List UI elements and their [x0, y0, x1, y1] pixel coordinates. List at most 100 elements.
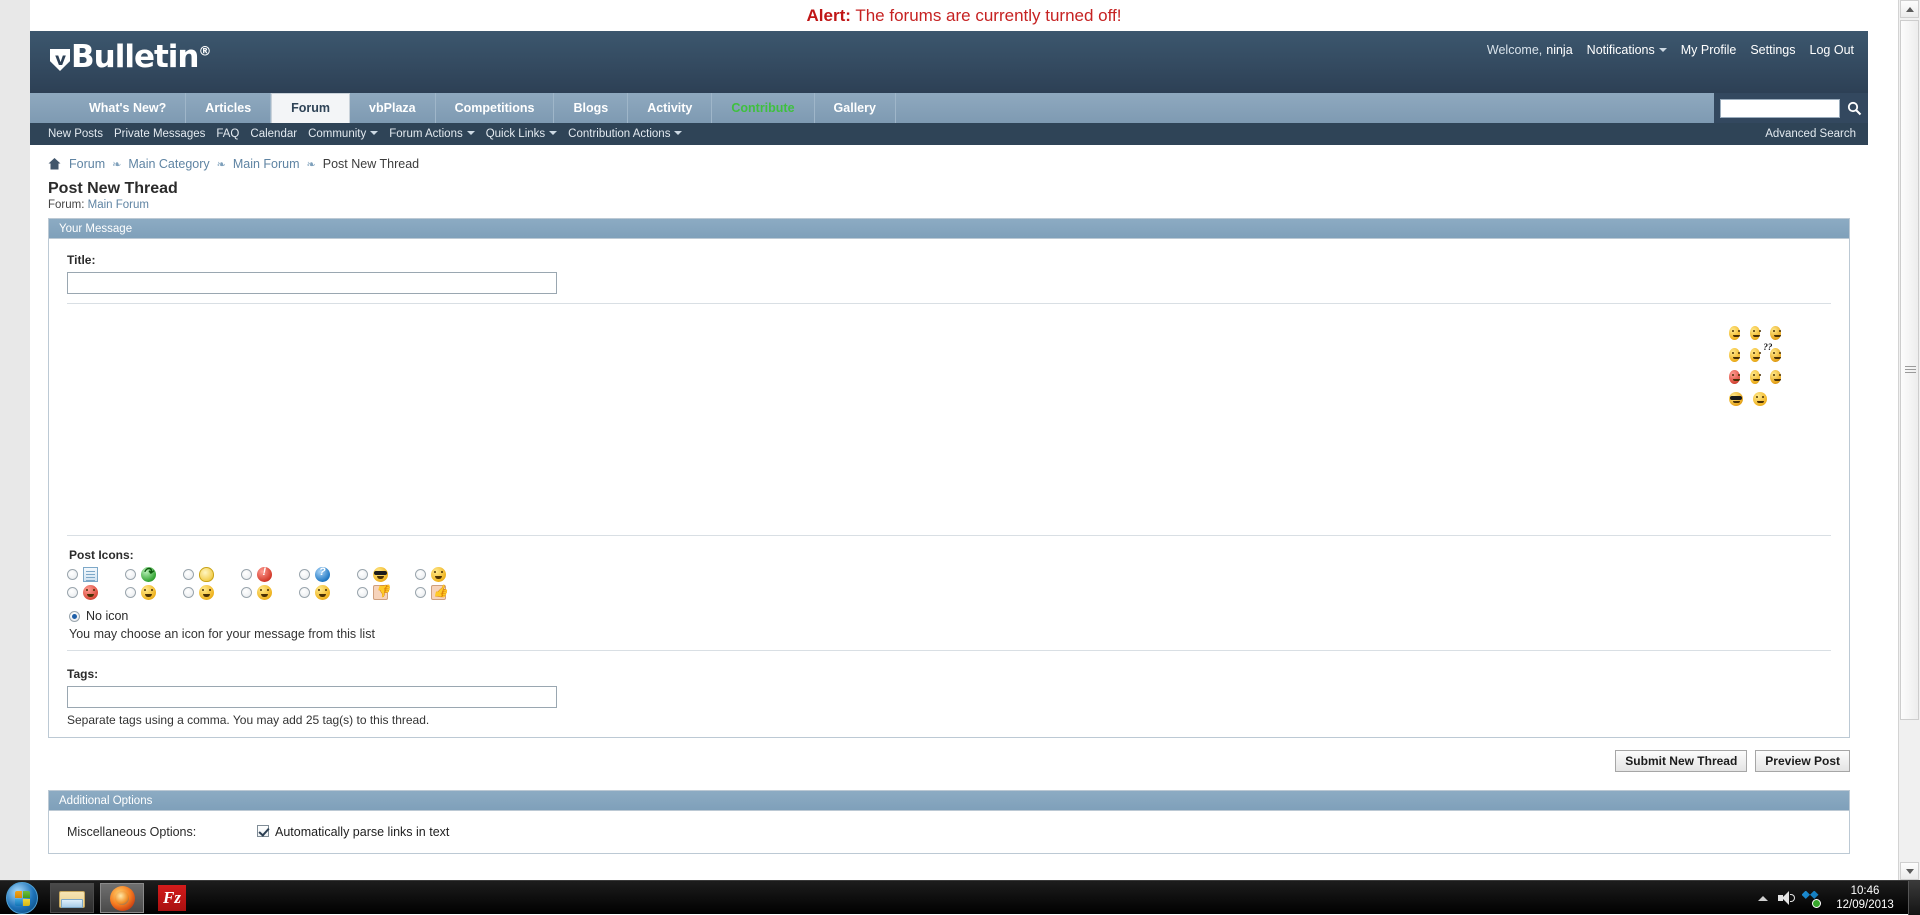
scroll-down-button[interactable]: [1900, 862, 1919, 880]
breadcrumb-main-category[interactable]: Main Category: [128, 157, 209, 171]
radio-button[interactable]: [67, 569, 78, 580]
subnav-private-messages[interactable]: Private Messages: [114, 128, 205, 140]
radio-button[interactable]: [357, 569, 368, 580]
post-icon-option-angry[interactable]: [67, 585, 125, 600]
advanced-search-link[interactable]: Advanced Search: [1765, 128, 1856, 140]
smilie-confused[interactable]: [1750, 348, 1761, 362]
radio-button[interactable]: [299, 569, 310, 580]
home-icon[interactable]: [48, 158, 61, 170]
show-hidden-icons-button[interactable]: [1752, 881, 1774, 915]
post-icon-option-happy[interactable]: [241, 585, 299, 600]
radio-button[interactable]: [299, 587, 310, 598]
tab-blogs[interactable]: Blogs: [554, 93, 628, 123]
radio-button[interactable]: [357, 587, 368, 598]
radio-button[interactable]: [241, 587, 252, 598]
post-icon-option-thumbs-down[interactable]: [357, 585, 415, 600]
subnav-calendar[interactable]: Calendar: [250, 128, 297, 140]
post-icon-option-arrow[interactable]: [125, 567, 183, 582]
subnav-quick-links[interactable]: Quick Links: [486, 128, 557, 140]
taskbar-item-firefox[interactable]: [100, 883, 144, 913]
subnav-forum-actions[interactable]: Forum Actions: [389, 128, 475, 140]
thumbs-down-icon: [373, 585, 388, 600]
smilie-cool[interactable]: [1729, 392, 1743, 406]
radio-button[interactable]: [67, 587, 78, 598]
smilie-grin[interactable]: [1729, 326, 1740, 340]
smilie-happy[interactable]: [1770, 370, 1781, 384]
subnav-contribution-actions[interactable]: Contribution Actions: [568, 128, 682, 140]
submit-new-thread-button[interactable]: Submit New Thread: [1615, 750, 1747, 772]
smilie-row: [1729, 370, 1791, 384]
radio-button[interactable]: [415, 587, 426, 598]
smilie-question[interactable]: ??: [1770, 348, 1781, 362]
misc-options-label: Miscellaneous Options:: [67, 825, 257, 839]
chevron-down-icon: [674, 131, 682, 135]
log-out-link[interactable]: Log Out: [1810, 43, 1854, 57]
smilie-tongue[interactable]: [1750, 370, 1761, 384]
radio-button[interactable]: [183, 587, 194, 598]
preview-post-button[interactable]: Preview Post: [1755, 750, 1850, 772]
subnav-community[interactable]: Community: [308, 128, 378, 140]
post-icon-option-question[interactable]: [299, 567, 357, 582]
tab-gallery[interactable]: Gallery: [815, 93, 896, 123]
post-icon-option-document[interactable]: [67, 567, 125, 582]
tab-forum[interactable]: Forum: [271, 93, 350, 123]
smilie-smile[interactable]: [1770, 326, 1781, 340]
thread-title-input[interactable]: [67, 272, 557, 294]
smilie-mad[interactable]: [1729, 370, 1740, 384]
parse-links-checkbox[interactable]: [257, 825, 269, 837]
post-icon-option-wink[interactable]: [299, 585, 357, 600]
post-icon-option-grin[interactable]: [183, 585, 241, 600]
post-icon-option-thumbs-up[interactable]: [415, 585, 473, 600]
notifications-link[interactable]: Notifications: [1587, 43, 1667, 57]
post-icon-option-exclamation[interactable]: [241, 567, 299, 582]
post-icon-option-frown[interactable]: [125, 585, 183, 600]
clock[interactable]: 10:46 12/09/2013: [1822, 881, 1908, 915]
radio-button[interactable]: [183, 569, 194, 580]
vbulletin-logo[interactable]: vBulletin®: [50, 39, 211, 75]
post-icon-option-lightbulb[interactable]: [183, 567, 241, 582]
breadcrumb: Forum ❧ Main Category ❧ Main Forum ❧ Pos…: [48, 145, 1850, 177]
post-icon-option-cool[interactable]: [357, 567, 415, 582]
additional-options-body: Miscellaneous Options: Automatically par…: [49, 811, 1849, 853]
dropbox-tray-icon[interactable]: [1798, 881, 1822, 915]
tab-vbplaza[interactable]: vbPlaza: [350, 93, 436, 123]
tab-contribute[interactable]: Contribute: [712, 93, 814, 123]
radio-button[interactable]: [125, 587, 136, 598]
parse-links-option[interactable]: Automatically parse links in text: [257, 825, 449, 839]
smilie-wink[interactable]: [1729, 348, 1740, 362]
tags-input[interactable]: [67, 686, 557, 708]
subnav-faq[interactable]: FAQ: [216, 128, 239, 140]
show-desktop-button[interactable]: [1908, 881, 1920, 915]
message-editor-area[interactable]: ??: [67, 314, 1831, 536]
smilie-biggrin[interactable]: [1750, 326, 1761, 340]
search-button[interactable]: [1840, 93, 1868, 123]
post-icon-option-smile[interactable]: [415, 567, 473, 582]
volume-tray-icon[interactable]: [1774, 881, 1798, 915]
settings-link[interactable]: Settings: [1750, 43, 1795, 57]
browser-scrollbar[interactable]: [1898, 0, 1920, 880]
breadcrumb-main-forum[interactable]: Main Forum: [233, 157, 300, 171]
tab-articles[interactable]: Articles: [186, 93, 271, 123]
my-profile-link[interactable]: My Profile: [1681, 43, 1737, 57]
smilie-neutral[interactable]: [1753, 392, 1767, 406]
tab-activity[interactable]: Activity: [628, 93, 712, 123]
post-icon-row: [67, 585, 1831, 600]
breadcrumb-forum[interactable]: Forum: [69, 157, 105, 171]
radio-button-no-icon[interactable]: [69, 611, 80, 622]
forum-name-link[interactable]: Main Forum: [88, 199, 149, 211]
start-button[interactable]: [6, 882, 38, 914]
search-input[interactable]: [1720, 99, 1840, 118]
no-icon-option[interactable]: No icon: [69, 609, 1831, 623]
smile-face-icon: [431, 567, 446, 582]
taskbar-item-explorer[interactable]: [50, 883, 94, 913]
tab-competitions[interactable]: Competitions: [436, 93, 555, 123]
radio-button[interactable]: [241, 569, 252, 580]
tab-whats-new[interactable]: What's New?: [70, 93, 186, 123]
radio-button[interactable]: [415, 569, 426, 580]
speaker-icon: [1778, 891, 1794, 905]
radio-button[interactable]: [125, 569, 136, 580]
scroll-up-button[interactable]: [1900, 0, 1919, 18]
taskbar-item-filezilla[interactable]: Fz: [150, 883, 194, 913]
subnav-new-posts[interactable]: New Posts: [48, 128, 103, 140]
scrollbar-thumb[interactable]: [1900, 20, 1919, 720]
